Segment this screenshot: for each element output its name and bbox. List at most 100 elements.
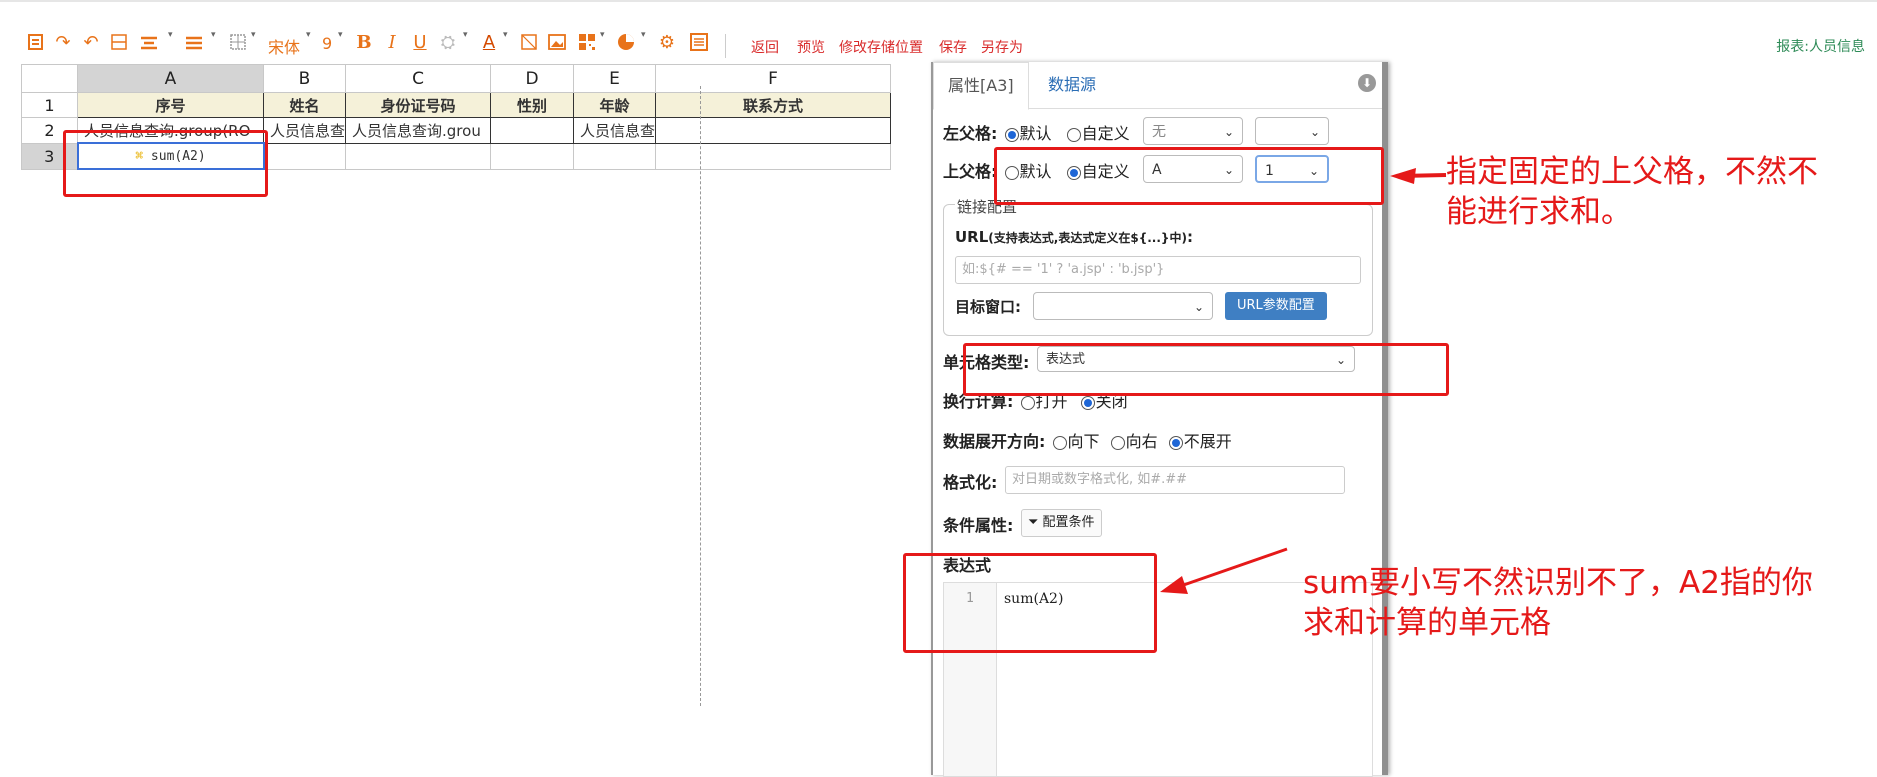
chevron-down-icon[interactable]: ▾ xyxy=(463,30,468,40)
left-parent-column-select[interactable]: 无 ⌄ xyxy=(1143,117,1243,145)
format-input[interactable]: 对日期或数字格式化, 如#.## xyxy=(1005,466,1345,494)
align-center-icon[interactable] xyxy=(138,32,160,54)
tab-datasource[interactable]: 数据源 xyxy=(1034,62,1110,108)
picture-icon[interactable] xyxy=(546,32,568,54)
panel-tabs: 属性[A3] 数据源 ⬇ xyxy=(933,62,1382,110)
column-header-f[interactable]: F xyxy=(655,64,892,93)
expand-right-radio[interactable] xyxy=(1110,435,1125,450)
cell-b1[interactable]: 姓名 xyxy=(262,92,347,118)
expand-right-label: 向右 xyxy=(1125,432,1158,451)
merge-icon[interactable] xyxy=(108,32,130,54)
tab-properties[interactable]: 属性[A3] xyxy=(933,62,1029,110)
collapse-icon[interactable]: ⬇ xyxy=(1358,74,1376,92)
italic-icon[interactable]: I xyxy=(381,32,403,54)
chevron-down-icon[interactable]: ▾ xyxy=(600,30,605,40)
align-left-icon[interactable] xyxy=(183,32,205,54)
column-header-e[interactable]: E xyxy=(573,64,657,93)
url-param-config-button[interactable]: URL参数配置 xyxy=(1225,292,1327,320)
font-size-select[interactable]: 9 xyxy=(322,34,332,53)
filter-icon: ⏷ xyxy=(1028,515,1039,530)
row-header-1[interactable]: 1 xyxy=(21,92,78,118)
chart-icon[interactable] xyxy=(615,32,637,54)
expand-direction-row: 数据展开方向: 向下 向右 不展开 xyxy=(943,428,1232,452)
highlight-box-expression xyxy=(903,553,1157,653)
annotation-top-parent-line2: 能进行求和。 xyxy=(1446,194,1632,230)
font-color-icon[interactable]: A xyxy=(478,32,500,54)
left-parent-custom-radio[interactable] xyxy=(1066,127,1081,142)
wrap-off-radio[interactable] xyxy=(1080,395,1095,410)
left-parent-row-select[interactable]: ⌄ xyxy=(1255,117,1329,145)
cell-f3[interactable] xyxy=(655,142,892,170)
list-icon[interactable] xyxy=(688,32,710,54)
url-label: URL xyxy=(955,228,989,246)
column-header-d[interactable]: D xyxy=(490,64,575,93)
border-icon[interactable] xyxy=(227,32,249,54)
table-row: 1 序号 姓名 身份证号码 性别 年龄 联系方式 xyxy=(21,92,892,118)
chevron-down-icon: ⌄ xyxy=(1309,125,1320,139)
arrow-icon xyxy=(1390,168,1447,184)
chevron-down-icon[interactable]: ▾ xyxy=(251,30,256,40)
qrcode-icon[interactable] xyxy=(576,32,598,54)
font-family-select[interactable]: 宋体 xyxy=(268,34,300,58)
expand-down-radio[interactable] xyxy=(1052,435,1067,450)
cell-f2[interactable] xyxy=(655,117,892,144)
url-input[interactable]: 如:${# == '1' ? 'a.jsp' : 'b.jsp'} xyxy=(955,256,1361,284)
highlight-box-top-parent xyxy=(994,147,1384,205)
cell-a1[interactable]: 序号 xyxy=(77,92,264,118)
bold-icon[interactable]: B xyxy=(353,32,375,54)
preview-button[interactable]: 预览 xyxy=(797,37,825,57)
chevron-down-icon[interactable]: ▾ xyxy=(211,30,216,40)
cell-b2[interactable]: 人员信息查 xyxy=(262,117,347,144)
annotation-sum-note-line2: 求和计算的单元格 xyxy=(1303,605,1551,641)
cell-c2[interactable]: 人员信息查询.grou xyxy=(345,117,492,144)
target-window-row: 目标窗口: xyxy=(955,296,1021,317)
fill-color-icon[interactable]: ⛭ xyxy=(437,32,459,54)
cell-d1[interactable]: 性别 xyxy=(490,92,575,118)
cell-b3[interactable] xyxy=(262,142,347,170)
corner-cell[interactable] xyxy=(21,64,78,93)
expand-direction-label: 数据展开方向: xyxy=(943,432,1046,451)
chevron-down-icon[interactable]: ▾ xyxy=(641,30,646,40)
format-label: 格式化: xyxy=(943,473,998,492)
left-parent-default-label: 默认 xyxy=(1019,124,1052,143)
cell-d3[interactable] xyxy=(490,142,575,170)
image-icon[interactable] xyxy=(518,32,540,54)
configure-condition-label: 配置条件 xyxy=(1042,515,1095,530)
column-header-row: A B C D E F xyxy=(21,64,892,93)
wrap-on-radio[interactable] xyxy=(1020,395,1035,410)
chevron-down-icon[interactable]: ▾ xyxy=(168,30,173,40)
target-window-select[interactable]: ⌄ xyxy=(1033,292,1213,320)
export-icon[interactable] xyxy=(25,32,47,54)
expand-none-label: 不展开 xyxy=(1183,432,1232,451)
chevron-down-icon[interactable]: ▾ xyxy=(338,30,343,40)
configure-condition-button[interactable]: ⏷ 配置条件 xyxy=(1021,509,1102,537)
cell-e3[interactable] xyxy=(573,142,657,170)
cell-f1[interactable]: 联系方式 xyxy=(655,92,892,118)
url-label-colon: : xyxy=(1186,228,1193,246)
condition-label: 条件属性: xyxy=(943,516,1014,535)
toolbar-separator xyxy=(725,34,726,58)
chevron-down-icon[interactable]: ▾ xyxy=(306,30,311,40)
back-button[interactable]: 返回 xyxy=(751,37,779,57)
undo-icon[interactable]: ↶ xyxy=(80,32,102,54)
underline-icon[interactable]: U xyxy=(409,32,431,54)
expand-none-radio[interactable] xyxy=(1168,435,1183,450)
column-header-b[interactable]: B xyxy=(262,64,347,93)
chevron-down-icon[interactable]: ▾ xyxy=(503,30,508,40)
left-parent-default-radio[interactable] xyxy=(1004,127,1019,142)
cell-e1[interactable]: 年龄 xyxy=(573,92,657,118)
save-as-button[interactable]: 另存为 xyxy=(981,37,1023,57)
column-header-c[interactable]: C xyxy=(345,64,492,93)
settings-icon[interactable]: ⚙ xyxy=(656,32,678,54)
cell-d2[interactable] xyxy=(490,117,575,144)
left-parent-custom-label: 自定义 xyxy=(1081,124,1130,143)
url-label-row: URL(支持表达式,表达式定义在${...}中): xyxy=(955,228,1193,246)
redo-icon[interactable]: ↷ xyxy=(52,32,74,54)
cell-c1[interactable]: 身份证号码 xyxy=(345,92,492,118)
annotation-top-parent-line1: 指定固定的上父格，不然不 xyxy=(1446,154,1818,190)
cell-c3[interactable] xyxy=(345,142,492,170)
save-button[interactable]: 保存 xyxy=(939,37,967,57)
column-header-a[interactable]: A xyxy=(77,64,264,93)
change-location-button[interactable]: 修改存储位置 xyxy=(839,37,923,57)
cell-e2[interactable]: 人员信息查 xyxy=(573,117,657,144)
